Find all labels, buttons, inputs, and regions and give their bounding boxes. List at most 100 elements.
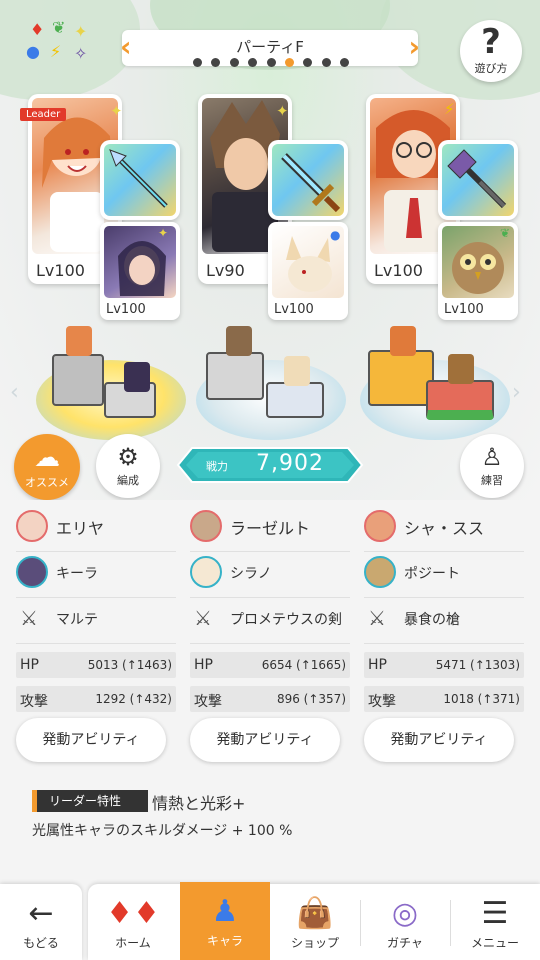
practice-label: 練習 bbox=[481, 474, 503, 487]
attack-value: 1018 (↑371) bbox=[443, 692, 520, 706]
leader-trait-description: 光属性キャラのスキルダメージ + 100 % bbox=[32, 823, 293, 839]
sub-level-label: Lv100 bbox=[444, 302, 484, 317]
avatar bbox=[364, 556, 396, 588]
character-sprite bbox=[226, 326, 252, 356]
sword-icon bbox=[281, 153, 341, 213]
prev-arrow-icon[interactable]: ‹ bbox=[10, 380, 19, 405]
stone-block bbox=[266, 382, 324, 418]
hp-value: 6654 (↑1665) bbox=[261, 658, 346, 672]
nav-label: メニュー bbox=[470, 936, 519, 950]
spear-icon bbox=[109, 149, 168, 208]
stone-block bbox=[52, 354, 104, 406]
ability-button-1[interactable]: 発動アビリティ bbox=[16, 718, 166, 762]
attack-label: 攻撃 bbox=[368, 694, 396, 710]
sub-character-row[interactable]: ポジート bbox=[364, 552, 524, 598]
wind-element-icon: ❦ bbox=[500, 226, 511, 240]
weapon-icon: ⚔ bbox=[194, 606, 212, 630]
main-character-row[interactable]: ラーゼルト bbox=[190, 506, 350, 552]
hp-label: HP bbox=[368, 657, 387, 673]
training-dummy-icon: ♙ bbox=[481, 443, 503, 471]
sub-level-label: Lv100 bbox=[274, 302, 314, 317]
water-element-icon: ● bbox=[330, 228, 341, 242]
weapon-row[interactable]: ⚔ 暴食の槍 bbox=[364, 598, 524, 644]
weapon-card-1[interactable] bbox=[100, 140, 180, 220]
attack-stat: 攻撃 1018 (↑371) bbox=[364, 686, 524, 712]
element-filter-icon[interactable]: ♦ ❦ ✦ ● ⚡ ✧ bbox=[24, 20, 100, 68]
party-next-icon[interactable]: › bbox=[408, 32, 420, 62]
practice-button[interactable]: ♙ 練習 bbox=[460, 434, 524, 498]
main-character-name: シャ・スス bbox=[404, 519, 485, 538]
avatar bbox=[16, 556, 48, 588]
sub-character-row[interactable]: キーラ bbox=[16, 552, 176, 598]
nav-home[interactable]: ♦♦ ホーム bbox=[88, 884, 178, 960]
hp-value: 5471 (↑1303) bbox=[435, 658, 520, 672]
party-scene: ♦ ❦ ✦ ● ⚡ ✧ ‹ パーティF › ? 遊び方 Leader Lv100… bbox=[0, 0, 540, 500]
level-label: Lv90 bbox=[206, 261, 245, 280]
sub-character-name: シラノ bbox=[230, 566, 272, 582]
page-dot[interactable] bbox=[193, 58, 202, 67]
nav-label: ガチャ bbox=[387, 936, 423, 950]
nav-chara[interactable]: ♟ キャラ bbox=[180, 882, 270, 960]
nav-shop[interactable]: 👜 ショップ bbox=[270, 884, 360, 960]
help-button[interactable]: ? 遊び方 bbox=[460, 20, 522, 82]
nav-label: キャラ bbox=[206, 934, 243, 948]
nav-gacha[interactable]: ◎ ガチャ bbox=[360, 884, 450, 960]
character-sprite bbox=[390, 326, 416, 356]
weapon-card-2[interactable] bbox=[268, 140, 348, 220]
leader-trait-name: 情熱と光彩+ bbox=[152, 794, 246, 813]
question-icon: ? bbox=[481, 22, 501, 62]
thunder-element-icon: ⚡ bbox=[444, 100, 455, 118]
stone-block bbox=[426, 380, 494, 420]
slot-info-1: エリヤ キーラ ⚔ マルテ HP 5013 (↑1463) 攻撃 1292 (↑… bbox=[16, 506, 176, 712]
organize-button[interactable]: ⚙ 編成 bbox=[96, 434, 160, 498]
page-dot-active[interactable] bbox=[284, 58, 294, 67]
page-dot[interactable] bbox=[266, 58, 276, 67]
page-dot[interactable] bbox=[229, 58, 239, 67]
sub-character-name: キーラ bbox=[56, 566, 98, 582]
page-dot[interactable] bbox=[321, 58, 331, 67]
weapon-row[interactable]: ⚔ プロメテウスの剣 bbox=[190, 598, 350, 644]
help-label: 遊び方 bbox=[474, 62, 508, 75]
page-dot[interactable] bbox=[340, 58, 349, 67]
avatar bbox=[364, 510, 396, 542]
character-sprite bbox=[448, 354, 474, 384]
gacha-portal-icon: ◎ bbox=[391, 896, 419, 931]
main-character-row[interactable]: エリヤ bbox=[16, 506, 176, 552]
page-dot[interactable] bbox=[248, 58, 258, 67]
main-character-row[interactable]: シャ・スス bbox=[364, 506, 524, 552]
power-label: 戦力 bbox=[206, 460, 228, 473]
character-sprite bbox=[66, 326, 92, 356]
recommend-icon: ☁ bbox=[34, 443, 60, 473]
back-arrow-icon: ← bbox=[28, 896, 54, 931]
attack-value: 896 (↑357) bbox=[276, 692, 346, 706]
attack-value: 1292 (↑432) bbox=[95, 692, 172, 706]
lance-icon bbox=[447, 149, 507, 209]
page-dot[interactable] bbox=[211, 58, 221, 67]
character-sprite bbox=[284, 356, 310, 386]
attack-label: 攻撃 bbox=[20, 694, 48, 710]
recommend-label: オススメ bbox=[25, 476, 69, 489]
ability-button-2[interactable]: 発動アビリティ bbox=[190, 718, 340, 762]
avatar bbox=[16, 510, 48, 542]
power-indicator: 戦力 7,902 bbox=[176, 446, 364, 484]
page-dot[interactable] bbox=[303, 58, 313, 67]
bottom-nav: ← もどる ♦♦ ホーム ♟ キャラ 👜 ショップ ◎ ガチャ ☰ メニュー bbox=[0, 882, 540, 960]
sub-character-row[interactable]: シラノ bbox=[190, 552, 350, 598]
next-arrow-icon[interactable]: › bbox=[512, 380, 521, 405]
slot-info-3: シャ・スス ポジート ⚔ 暴食の槍 HP 5471 (↑1303) 攻撃 101… bbox=[364, 506, 524, 712]
nav-label: ショップ bbox=[290, 936, 339, 950]
main-character-name: ラーゼルト bbox=[230, 519, 311, 538]
recommend-button[interactable]: ☁ オススメ bbox=[14, 434, 80, 500]
back-button[interactable]: ← もどる bbox=[0, 884, 82, 960]
nav-bar: ♦♦ ホーム ♟ キャラ 👜 ショップ ◎ ガチャ ☰ メニュー bbox=[88, 882, 540, 960]
weapon-row[interactable]: ⚔ マルテ bbox=[16, 598, 176, 644]
avatar bbox=[190, 556, 222, 588]
menu-list-icon: ☰ bbox=[481, 896, 509, 931]
ability-button-3[interactable]: 発動アビリティ bbox=[364, 718, 514, 762]
attack-stat: 攻撃 1292 (↑432) bbox=[16, 686, 176, 712]
nav-menu[interactable]: ☰ メニュー bbox=[450, 884, 540, 960]
power-value: 7,902 bbox=[256, 451, 324, 476]
weapon-card-3[interactable] bbox=[438, 140, 518, 220]
avatar bbox=[190, 510, 222, 542]
light-element-icon: ✦ bbox=[158, 226, 169, 240]
